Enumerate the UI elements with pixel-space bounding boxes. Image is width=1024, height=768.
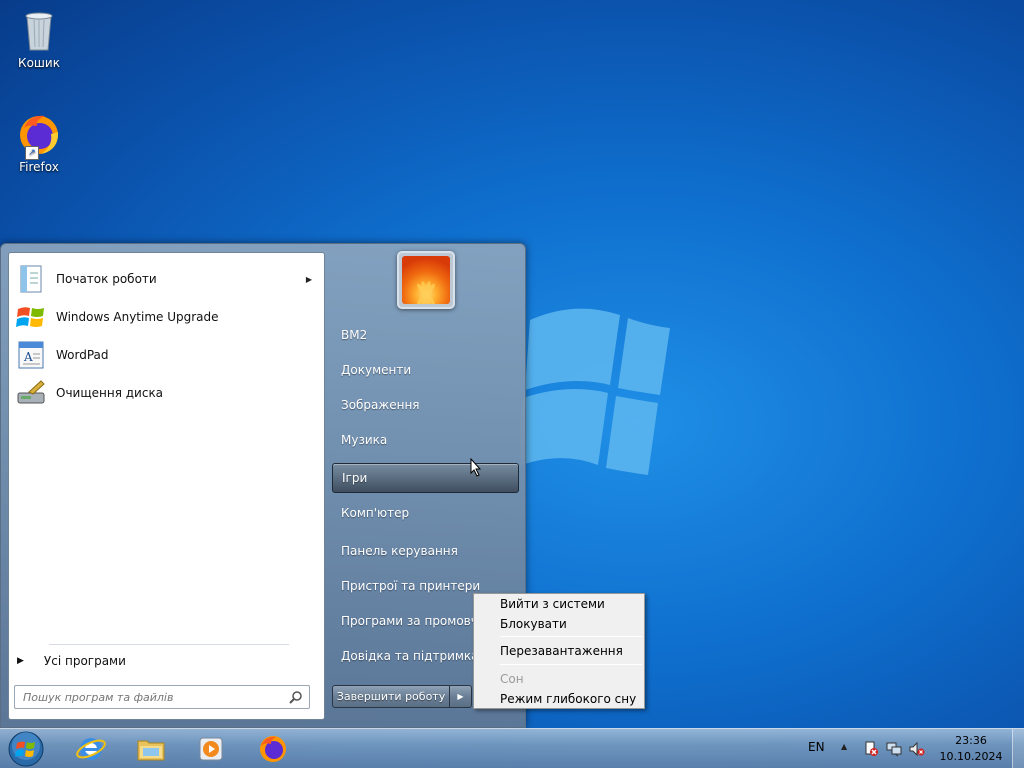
submenu-arrow-icon: ▶ [305,274,312,284]
menu-item-lock[interactable]: Блокувати [476,614,642,634]
all-programs-button[interactable]: ▶ Усі програми [17,651,126,671]
program-label: Windows Anytime Upgrade [56,310,219,324]
program-label: Початок роботи [56,272,157,286]
shutdown-options-menu: Вийти з системи Блокувати Перезавантажен… [473,593,645,709]
windows-flag-icon [15,301,47,333]
search-icon[interactable] [289,690,303,704]
desktop-icon-label: Кошик [18,56,60,70]
taskbar-internet-explorer[interactable] [63,731,119,767]
windows-explorer-icon [137,740,165,761]
volume-muted-icon [909,741,925,757]
program-wordpad[interactable]: A WordPad [13,337,320,373]
language-indicator[interactable]: EN [808,740,825,754]
start-link-computer[interactable]: Комп'ютер [332,498,519,528]
desktop-windows-logo [514,290,680,490]
menu-item-restart[interactable]: Перезавантаження [476,641,642,661]
shutdown-button[interactable]: Завершити роботу [332,685,450,708]
divider [49,644,289,645]
program-label: Очищення диска [56,386,164,400]
program-windows-anytime-upgrade[interactable]: Windows Anytime Upgrade [13,299,320,335]
clock[interactable]: 23:36 10.10.2024 [934,733,1008,765]
shortcut-arrow-icon: ↗ [25,146,39,160]
svg-text:A: A [23,350,33,364]
shutdown-options-button[interactable]: ▶ [450,685,472,708]
menu-item-sleep: Сон [500,672,524,686]
show-hidden-icons-button[interactable]: ▲ [841,742,847,751]
taskbar-windows-explorer[interactable] [123,731,179,767]
start-link-control-panel[interactable]: Панель керування [332,536,519,566]
desktop-icon-recycle-bin[interactable]: Кошик [4,6,74,70]
flower-avatar-icon [402,256,450,304]
clock-time: 23:36 [955,734,987,747]
expand-arrow-icon: ▶ [17,656,24,666]
mouse-cursor-icon [470,458,482,477]
tray-network[interactable] [886,741,902,757]
desktop-icon-label: Firefox [19,160,59,174]
user-picture[interactable] [397,251,455,309]
recycle-bin-icon [15,6,63,54]
wordpad-icon: A [15,339,47,371]
desktop-icon-firefox[interactable]: ↗ Firefox [4,110,74,174]
start-link-games[interactable]: Ігри [332,463,519,493]
start-link-music[interactable]: Музика [332,425,519,455]
network-icon [886,742,902,757]
start-menu: Початок роботи ▶ Windows Anytime Upgrade… [0,243,526,728]
taskbar: EN ▲ 23:36 10.10.2024 [0,728,1024,768]
firefox-icon [260,736,286,762]
start-menu-programs-pane: Початок роботи ▶ Windows Anytime Upgrade… [8,252,325,720]
show-desktop-button[interactable] [1012,729,1024,768]
getting-started-icon [15,263,47,295]
clock-date: 10.10.2024 [939,750,1003,763]
menu-separator [500,664,642,665]
menu-item-log-off[interactable]: Вийти з системи [476,594,642,614]
start-link-pictures[interactable]: Зображення [332,390,519,420]
firefox-icon: ↗ [15,110,63,160]
all-programs-label: Усі програми [43,654,126,668]
media-player-icon [199,737,223,761]
taskbar-media-player[interactable] [183,731,239,767]
tray-volume[interactable] [909,741,925,757]
program-getting-started[interactable]: Початок роботи ▶ [13,261,320,297]
start-button[interactable] [6,730,46,768]
search-input[interactable] [23,690,273,704]
program-label: WordPad [56,348,109,362]
start-link-user[interactable]: ВМ2 [332,320,519,350]
search-box[interactable] [14,685,310,709]
windows-orb-icon [8,731,44,767]
tray-action-center[interactable] [863,741,879,757]
program-disk-cleanup[interactable]: Очищення диска [13,375,320,411]
internet-explorer-icon [76,738,106,760]
disk-cleanup-icon [15,377,47,409]
chevron-right-icon: ▶ [457,692,464,701]
taskbar-firefox[interactable] [245,731,301,767]
menu-separator [500,636,642,637]
menu-item-hibernate[interactable]: Режим глибокого сну [476,689,642,709]
action-center-icon [865,741,878,756]
start-link-documents[interactable]: Документи [332,355,519,385]
